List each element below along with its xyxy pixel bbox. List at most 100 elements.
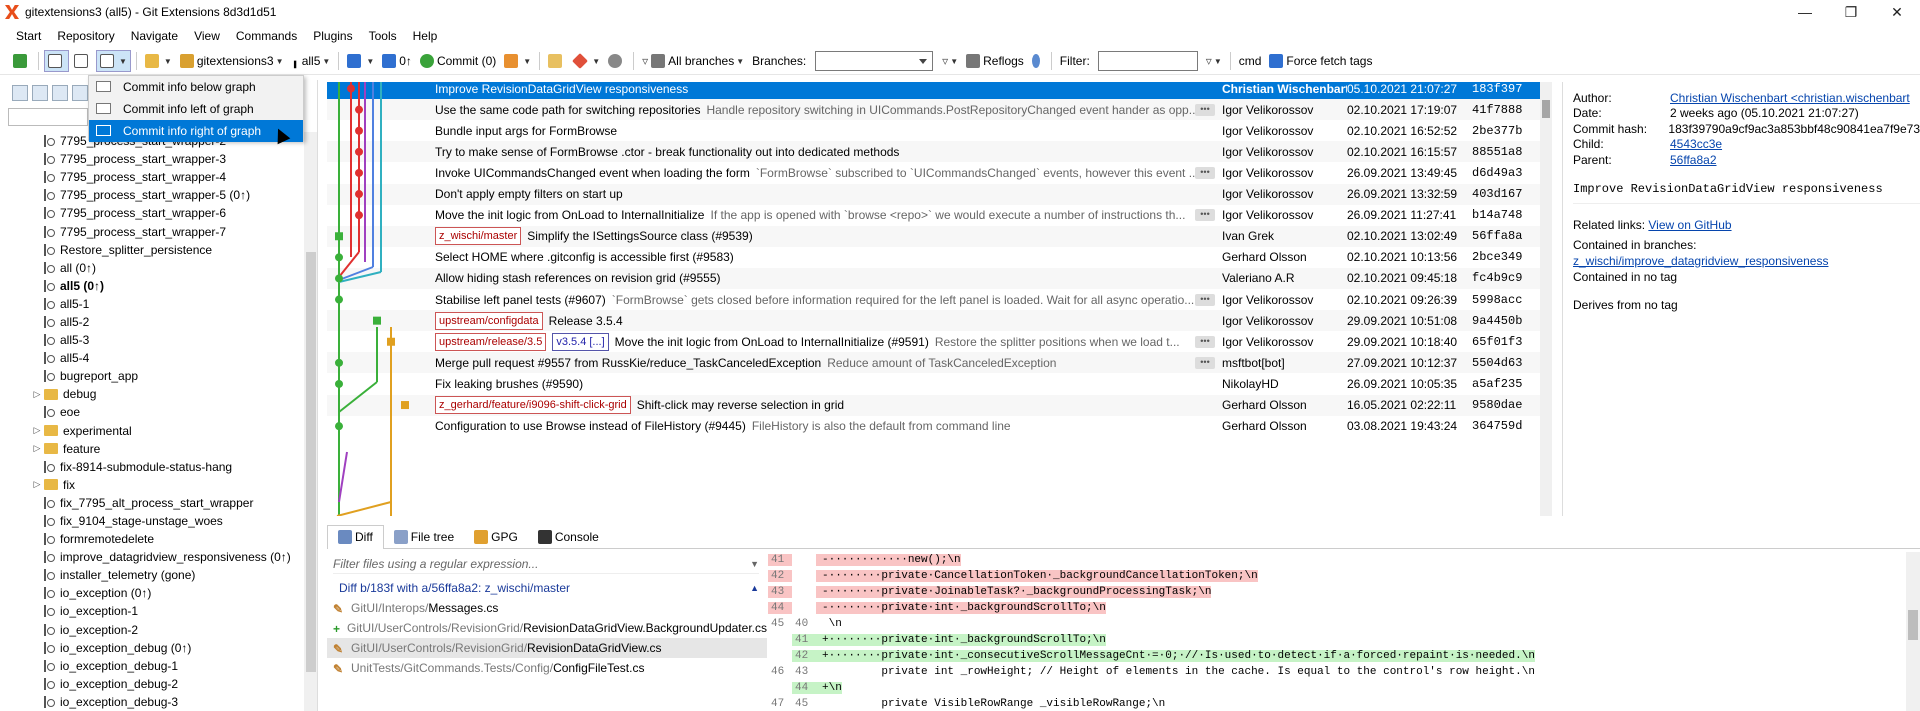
open-repo-dropdown[interactable]: ▼	[142, 50, 175, 72]
menu-start[interactable]: Start	[8, 29, 49, 43]
layout-menu-item[interactable]: Commit info left of graph	[89, 98, 303, 120]
revision-row[interactable]: upstream/release/3.5 v3.5.4 [...] Move the…	[327, 331, 1542, 352]
commit-node[interactable]	[355, 168, 363, 177]
branch-tree-item[interactable]: ▷ experimental	[0, 422, 300, 440]
revision-row[interactable]: Use the same code path for switching rep…	[327, 99, 1542, 121]
tab-file-tree[interactable]: File tree	[384, 526, 464, 548]
revision-row[interactable]: z_gerhard/feature/i9096-shift-click-grid…	[327, 394, 1542, 416]
branch-tree-item[interactable]: all5-3	[0, 331, 300, 349]
revision-filter-dropdown[interactable]: ▿ ▼	[1203, 50, 1225, 72]
branch-tree-item[interactable]: 7795_process_start_wrapper-6	[0, 204, 300, 222]
branch-tree-item[interactable]: io_exception_debug-2	[0, 675, 300, 693]
commit-node[interactable]	[335, 379, 343, 388]
force-fetch-tags-button[interactable]: Force fetch tags	[1266, 50, 1375, 72]
branch-tree-item[interactable]: 7795_process_start_wrapper-3	[0, 150, 300, 168]
expand-arrow-icon[interactable]: ▷	[30, 443, 44, 454]
expand-arrow-icon[interactable]: ▷	[30, 425, 44, 436]
parent-link[interactable]: 56ffa8a2	[1670, 153, 1717, 167]
branch-tree-item[interactable]: bugreport_app	[0, 367, 300, 385]
branch-tree-item[interactable]: ▷ debug	[0, 385, 300, 403]
changed-file-item[interactable]: ✎ GitUI/UserControls/RevisionGrid/Revisio…	[327, 638, 767, 658]
more-icon[interactable]: •••	[1195, 293, 1215, 306]
show-tags-button[interactable]	[72, 85, 88, 101]
scrollbar-thumb[interactable]	[1908, 610, 1918, 640]
branch-dropdown[interactable]: ╻ all5 ▼	[288, 50, 333, 72]
branch-tree-item[interactable]: all5 (0↑)	[0, 277, 300, 295]
cmd-button[interactable]: cmd	[1236, 50, 1265, 72]
branch-tree-item[interactable]: 7795_process_start_wrapper-4	[0, 168, 300, 186]
commit-node[interactable]	[355, 147, 363, 156]
revision-row[interactable]: Try to make sense of FormBrowse .ctor - …	[327, 141, 1542, 163]
settings-button[interactable]	[605, 50, 628, 72]
collapse-all-button[interactable]	[12, 85, 28, 101]
commit-node[interactable]	[355, 126, 363, 135]
commit-node[interactable]	[335, 295, 343, 304]
left-panel-scrollbar[interactable]	[304, 132, 317, 711]
scrollbar-thumb[interactable]	[1542, 100, 1550, 118]
commit-node[interactable]	[355, 105, 363, 114]
show-first-parent-button[interactable]	[1029, 50, 1046, 72]
menu-commands[interactable]: Commands	[228, 29, 305, 43]
changed-file-item[interactable]: ✎ GitUI/Interops/Messages.cs	[327, 598, 767, 618]
layout-menu-item[interactable]: Commit info below graph	[89, 76, 303, 98]
revision-row[interactable]: Invoke UICommandsChanged event when load…	[327, 162, 1542, 183]
more-icon[interactable]: •••	[1195, 356, 1215, 369]
branch-ref-badge[interactable]: upstream/configdata	[435, 311, 543, 330]
menu-view[interactable]: View	[186, 29, 228, 43]
branch-ref-badge[interactable]: z_wischi/master	[435, 227, 522, 246]
branches-filter-combo[interactable]	[815, 51, 934, 71]
stash-dropdown[interactable]: ▼	[501, 50, 534, 72]
tag-badge[interactable]: v3.5.4 [...]	[552, 332, 609, 351]
branch-tree-item[interactable]: 7795_process_start_wrapper-5 (0↑)	[0, 186, 300, 204]
revision-row[interactable]: Don't apply empty filters on start up Igo…	[327, 183, 1542, 205]
branch-filter-dropdown[interactable]: ▿ ▼	[939, 50, 961, 72]
more-icon[interactable]: •••	[1195, 103, 1215, 116]
commit-node[interactable]	[347, 84, 355, 93]
commit-button[interactable]: Commit (0)	[417, 50, 499, 72]
commit-node[interactable]	[355, 190, 363, 199]
branch-tree-item[interactable]: io_exception_debug-1	[0, 657, 300, 675]
commit-node[interactable]	[373, 316, 381, 325]
tab-gpg[interactable]: GPG	[464, 526, 528, 548]
branch-tree-item[interactable]: fix-8914-submodule-status-hang	[0, 458, 300, 476]
revision-row[interactable]: Improve RevisionDataGridView responsiven…	[327, 82, 1542, 100]
commit-node[interactable]	[355, 211, 363, 220]
layout-dropdown-button[interactable]: ▼	[96, 50, 131, 72]
branch-tree-item[interactable]: ▷ fix	[0, 476, 300, 494]
revision-row[interactable]: Merge pull request #9557 from RussKie/re…	[327, 352, 1542, 374]
show-branches-button[interactable]	[32, 85, 48, 101]
branch-tree-item[interactable]: all5-2	[0, 313, 300, 331]
branch-ref-badge[interactable]: z_gerhard/feature/i9096-shift-click-grid	[435, 396, 631, 415]
branch-tree-item[interactable]: Restore_splitter_persistence	[0, 241, 300, 259]
revision-row[interactable]: Allow hiding stash references on revisio…	[327, 267, 1542, 289]
commit-node[interactable]	[335, 274, 343, 283]
chevron-down-icon[interactable]: ▼	[750, 559, 759, 569]
layout-toggle-left-button[interactable]	[71, 50, 94, 72]
file-filter-input[interactable]: Filter files using a regular expression.…	[333, 554, 759, 574]
restore-button[interactable]: ❐	[1828, 0, 1874, 24]
refresh-button[interactable]	[10, 50, 33, 72]
expand-arrow-icon[interactable]: ▷	[30, 479, 44, 490]
pull-dropdown[interactable]: ▼	[344, 50, 377, 72]
branch-ref-badge[interactable]: upstream/release/3.5	[435, 332, 547, 351]
revision-row[interactable]: Select HOME where .gitconfig is accessib…	[327, 247, 1542, 268]
menu-navigate[interactable]: Navigate	[123, 29, 186, 43]
branch-tree-item[interactable]: io_exception_debug (0↑)	[0, 639, 300, 657]
menu-tools[interactable]: Tools	[361, 29, 405, 43]
menu-help[interactable]: Help	[405, 29, 446, 43]
diff-group-header[interactable]: Diff b/183f with a/56ffa8a2: z_wischi/ma…	[339, 578, 759, 598]
show-remotes-button[interactable]	[52, 85, 68, 101]
revision-row[interactable]: z_wischi/master Simplify the ISettingsSou…	[327, 225, 1542, 247]
expand-arrow-icon[interactable]: ▷	[30, 389, 44, 400]
branch-tree-item[interactable]: fix_7795_alt_process_start_wrapper	[0, 494, 300, 512]
all-branches-button[interactable]: ▿ All branches ▼	[639, 50, 747, 72]
branch-tree-item[interactable]: eoe	[0, 403, 300, 421]
branch-tree-item[interactable]: all5-1	[0, 295, 300, 313]
branch-tree-item[interactable]: all (0↑)	[0, 259, 300, 277]
close-button[interactable]: ✕	[1874, 0, 1920, 24]
branch-tree-item[interactable]: formremotedelete	[0, 530, 300, 548]
menu-repository[interactable]: Repository	[49, 29, 122, 43]
branch-tree-item[interactable]: improve_datagridview_responsiveness (0↑)	[0, 548, 300, 566]
branch-tree-item[interactable]: io_exception-2	[0, 621, 300, 639]
commit-node[interactable]	[335, 253, 343, 262]
